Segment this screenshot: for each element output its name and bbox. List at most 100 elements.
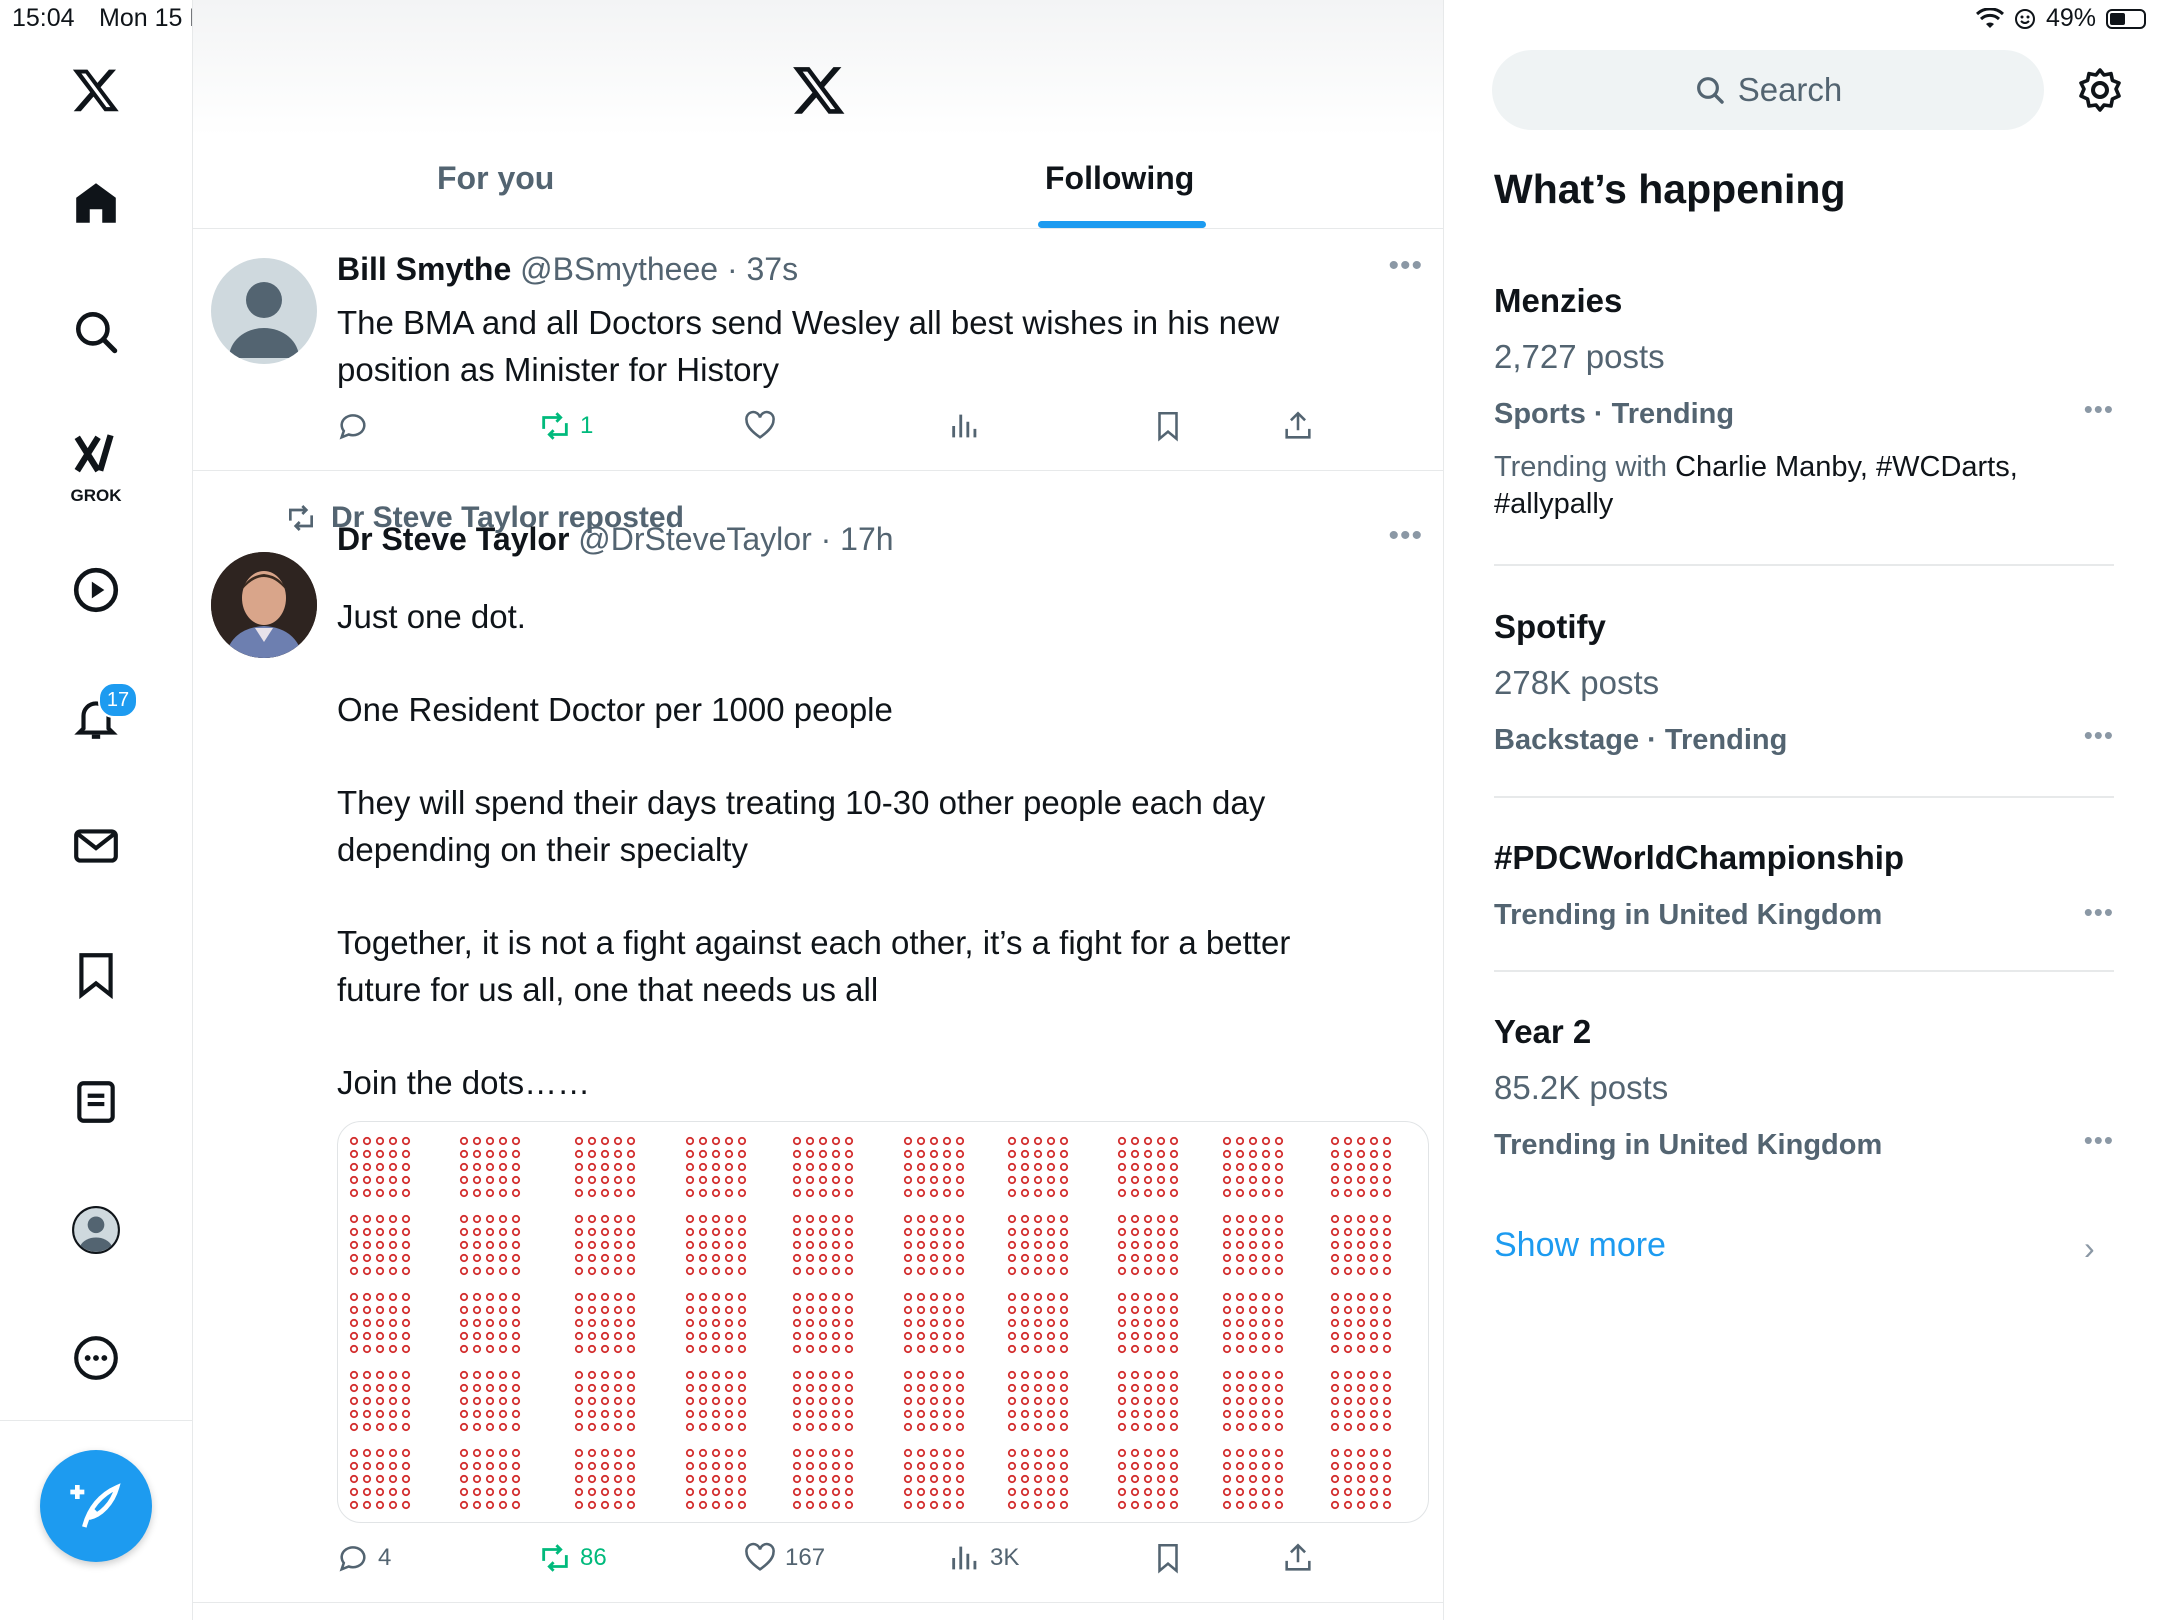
dot [388, 1318, 398, 1328]
avatar-default[interactable] [211, 258, 317, 364]
dot [1007, 1175, 1017, 1185]
dot [472, 1188, 482, 1198]
dot [401, 1292, 411, 1302]
post-paragraph: The BMA and all Doctors send Wesley all … [337, 304, 1280, 388]
post-more-icon[interactable]: ••• [1388, 249, 1423, 283]
dot [1117, 1214, 1127, 1224]
author-handle-time[interactable]: @DrSteveTaylor · 17h [578, 521, 893, 557]
dot [724, 1370, 734, 1380]
share-button[interactable] [1281, 1541, 1315, 1575]
dot [698, 1162, 708, 1172]
dot [349, 1214, 359, 1224]
views-button[interactable]: 3K [948, 1541, 1019, 1575]
profile-avatar-icon[interactable] [56, 1190, 136, 1270]
dot [388, 1448, 398, 1458]
dot [349, 1292, 359, 1302]
dot [1261, 1331, 1271, 1341]
author-handle-time[interactable]: @BSmytheee · 37s [520, 251, 798, 287]
post-steve-taylor[interactable]: Dr Steve Taylor reposted Dr Steve Taylor… [193, 471, 1443, 1603]
dot [459, 1240, 469, 1250]
dot [1007, 1305, 1017, 1315]
trend-item[interactable]: Year 2 85.2K posts Trending in United Ki… [1494, 1013, 2114, 1162]
dot [485, 1136, 495, 1146]
compose-post-button[interactable] [40, 1450, 152, 1562]
dot [805, 1162, 815, 1172]
dot [1356, 1188, 1366, 1198]
dot [698, 1396, 708, 1406]
tab-following[interactable]: Following [1045, 160, 1194, 197]
grok-icon[interactable]: GROK [56, 420, 136, 510]
dot [1143, 1149, 1153, 1159]
share-button[interactable] [1281, 409, 1315, 443]
reply-button[interactable] [336, 409, 370, 443]
post-bill-smythe[interactable]: Bill Smythe @BSmytheee · 37s ••• The BMA… [193, 229, 1443, 471]
dot [1156, 1448, 1166, 1458]
dot [711, 1188, 721, 1198]
dot [1020, 1214, 1030, 1224]
lists-icon[interactable] [56, 1062, 136, 1142]
dot [805, 1266, 815, 1276]
dot [1330, 1318, 1340, 1328]
dot [1143, 1214, 1153, 1224]
dot [1033, 1422, 1043, 1432]
trend-more-icon[interactable]: ••• [2084, 897, 2114, 928]
messages-icon[interactable] [56, 806, 136, 886]
dot [903, 1331, 913, 1341]
trend-item[interactable]: #PDCWorldChampionship Trending in United… [1494, 839, 2114, 932]
dot [1117, 1227, 1127, 1237]
author-name[interactable]: Bill Smythe [337, 251, 511, 287]
dot [472, 1448, 482, 1458]
explore-search-icon[interactable] [56, 292, 136, 372]
post-image-dots-grid[interactable] [337, 1121, 1429, 1523]
dot [1356, 1149, 1366, 1159]
dot [1130, 1331, 1140, 1341]
trend-more-icon[interactable]: ••• [2084, 720, 2114, 751]
post-more-icon[interactable]: ••• [1388, 519, 1423, 553]
dot [587, 1396, 597, 1406]
trend-more-icon[interactable]: ••• [2084, 394, 2114, 425]
notifications-icon[interactable]: 17 [56, 678, 138, 758]
dot [844, 1162, 854, 1172]
author-name[interactable]: Dr Steve Taylor [337, 521, 569, 557]
dot [1117, 1370, 1127, 1380]
like-button[interactable]: 167 [743, 1541, 825, 1575]
like-button[interactable] [743, 409, 777, 443]
dot [1033, 1331, 1043, 1341]
show-more-link[interactable]: Show more [1494, 1226, 1666, 1265]
home-icon[interactable] [56, 163, 136, 243]
dot [844, 1370, 854, 1380]
bookmark-button[interactable] [1151, 409, 1185, 443]
dot [1274, 1292, 1284, 1302]
more-options-icon[interactable] [56, 1318, 136, 1398]
dot [831, 1240, 841, 1250]
dot [805, 1149, 815, 1159]
bookmark-button[interactable] [1151, 1541, 1185, 1575]
dot [724, 1409, 734, 1419]
trend-more-icon[interactable]: ••• [2084, 1125, 2114, 1156]
trend-item[interactable]: Spotify 278K posts Backstage · Trending … [1494, 608, 2114, 757]
search-input[interactable]: Search [1492, 50, 2044, 130]
dot [1356, 1240, 1366, 1250]
reply-button[interactable]: 4 [336, 1541, 391, 1575]
x-logo-icon[interactable] [56, 50, 136, 130]
trend-item[interactable]: Menzies 2,727 posts Sports · Trending Tr… [1494, 282, 2114, 523]
x-logo-icon[interactable] [791, 62, 847, 118]
tab-for-you[interactable]: For you [437, 160, 554, 197]
dot [1169, 1162, 1179, 1172]
repost-button[interactable]: 1 [538, 409, 593, 443]
dot [349, 1188, 359, 1198]
trend-posts: 85.2K posts [1494, 1069, 1669, 1106]
dot [511, 1149, 521, 1159]
dot [1248, 1370, 1258, 1380]
dot [511, 1227, 521, 1237]
video-icon[interactable] [56, 550, 136, 630]
views-button[interactable] [948, 409, 982, 443]
avatar-steve-taylor[interactable] [211, 552, 317, 658]
gear-icon[interactable] [2076, 66, 2124, 114]
chevron-right-icon[interactable]: › [2084, 1230, 2095, 1267]
repost-button[interactable]: 86 [538, 1541, 607, 1575]
dot [1222, 1253, 1232, 1263]
dot [685, 1318, 695, 1328]
bookmarks-icon[interactable] [56, 934, 136, 1014]
dot [600, 1409, 610, 1419]
